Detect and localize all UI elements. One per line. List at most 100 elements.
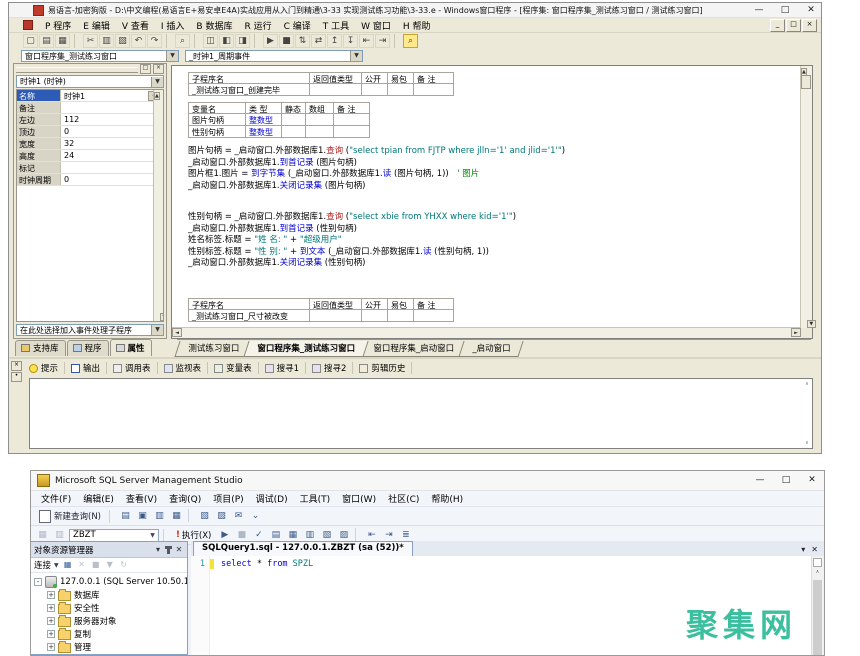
property-grid[interactable]: 名称时钟1…备注左边112顶边0宽度32高度24标记时钟周期0 ▲ ▼: [16, 89, 164, 322]
view-code-icon[interactable]: ◨: [235, 34, 250, 48]
output-tab[interactable]: 搜寻2: [306, 362, 353, 374]
chevron-down-icon[interactable]: ▼: [166, 51, 178, 61]
event-selector-combobox[interactable]: _时钟1_周期事件 ▼: [185, 50, 363, 62]
tree-item[interactable]: +数据库: [31, 588, 187, 601]
maximize-button[interactable]: □: [779, 4, 791, 17]
menu-item[interactable]: T 工具: [317, 19, 355, 32]
chevron-down-icon[interactable]: ▾: [801, 545, 805, 554]
run-icon[interactable]: ▶: [263, 34, 278, 48]
connect-object-icon[interactable]: ▦: [62, 560, 74, 571]
tree-item[interactable]: +复制: [31, 627, 187, 640]
menu-item[interactable]: 工具(T): [294, 492, 337, 505]
property-value[interactable]: 0: [61, 174, 163, 185]
property-value[interactable]: [61, 102, 163, 113]
cut-icon[interactable]: ✂: [83, 34, 98, 48]
panel-tab[interactable]: 属性: [110, 339, 152, 356]
vertical-scrollbar[interactable]: ▲ ▼: [800, 66, 812, 328]
new-query-button[interactable]: 新建查询(N): [35, 510, 105, 523]
more-icon[interactable]: ⌄: [248, 509, 263, 523]
panel-tab[interactable]: 支持库: [15, 340, 66, 356]
pause-icon[interactable]: ⇥: [375, 34, 390, 48]
chevron-down-icon[interactable]: ▼: [54, 562, 59, 569]
filter-icon[interactable]: ▼: [104, 560, 116, 571]
dock-output-button[interactable]: •: [11, 372, 22, 382]
output-panel[interactable]: ∧ ∨: [29, 378, 813, 449]
tree-expander-icon[interactable]: +: [47, 591, 55, 599]
paste-icon[interactable]: ▧: [115, 34, 130, 48]
document-tab[interactable]: _启动窗口: [458, 341, 523, 357]
output-tab[interactable]: 搜寻1: [259, 362, 306, 374]
menu-item[interactable]: C 编译: [278, 19, 317, 32]
tree-expander-icon[interactable]: +: [47, 617, 55, 625]
tree-item[interactable]: +管理: [31, 640, 187, 653]
undo-icon[interactable]: ↶: [131, 34, 146, 48]
scroll-up-icon[interactable]: ∧: [813, 569, 822, 575]
execute-button[interactable]: ! 执行(X): [172, 529, 215, 541]
view-split-icon[interactable]: ◧: [219, 34, 234, 48]
new-project-icon[interactable]: ▣: [135, 509, 150, 523]
stop-icon[interactable]: ■: [279, 34, 294, 48]
view-form-icon[interactable]: ◫: [203, 34, 218, 48]
menu-item[interactable]: 帮助(H): [425, 492, 469, 505]
menu-item[interactable]: I 插入: [155, 19, 191, 32]
tree-item[interactable]: +安全性: [31, 601, 187, 614]
tree-expander-icon[interactable]: +: [47, 604, 55, 612]
document-tab[interactable]: 测试练习窗口: [174, 341, 252, 357]
property-value[interactable]: [61, 162, 163, 173]
scrollbar-thumb[interactable]: [813, 580, 822, 655]
step-out-icon[interactable]: ↥: [327, 34, 342, 48]
copy-icon[interactable]: ▥: [99, 34, 114, 48]
debug-icon[interactable]: ▶: [217, 528, 232, 542]
parse-icon[interactable]: ✓: [251, 528, 266, 542]
splitter-handle[interactable]: [813, 558, 822, 567]
menu-item[interactable]: 文件(F): [35, 492, 77, 505]
tree-expander-icon[interactable]: +: [47, 643, 55, 651]
scroll-up-icon[interactable]: ∧: [803, 380, 811, 388]
menu-item[interactable]: R 运行: [238, 19, 277, 32]
output-tab[interactable]: 输出: [65, 362, 107, 374]
chevron-down-icon[interactable]: ▼: [147, 532, 158, 539]
mdi-minimize-button[interactable]: _: [770, 19, 785, 32]
menu-item[interactable]: 项目(P): [207, 492, 249, 505]
menu-item[interactable]: W 窗口: [355, 19, 397, 32]
tree-item[interactable]: -127.0.0.1 (SQL Server 10.50.1600: [31, 575, 187, 588]
chevron-down-icon[interactable]: ▼: [151, 325, 163, 335]
class-selector-combobox[interactable]: 窗口程序集_测试练习窗口 ▼: [21, 50, 179, 62]
output-tab[interactable]: 提示: [23, 362, 65, 374]
results-text-icon[interactable]: ▤: [268, 528, 283, 542]
add-event-combobox[interactable]: 在此处选择加入事件处理子程序 ▼: [16, 324, 164, 336]
drag-grip[interactable]: [16, 67, 138, 73]
tree-item[interactable]: +服务器对象: [31, 614, 187, 627]
step-into-icon[interactable]: ⇅: [295, 34, 310, 48]
panel-tab[interactable]: 程序: [67, 340, 109, 356]
uncomment-icon[interactable]: ▨: [336, 528, 351, 542]
specify-values-icon[interactable]: ≣: [398, 528, 413, 542]
close-button[interactable]: ✕: [805, 4, 817, 17]
open-file-icon[interactable]: ▤: [118, 509, 133, 523]
chevron-down-icon[interactable]: ▾: [153, 545, 163, 554]
scroll-down-icon[interactable]: ▼: [807, 320, 816, 328]
indent-decrease-icon[interactable]: ⇤: [364, 528, 379, 542]
menu-item[interactable]: 查看(V): [120, 492, 163, 505]
output-tab[interactable]: 剪辑历史: [353, 362, 412, 374]
cancel-query-icon[interactable]: ■: [234, 528, 249, 542]
output-tab[interactable]: 变量表: [208, 362, 259, 374]
menu-item[interactable]: E 编辑: [77, 19, 116, 32]
results-file-icon[interactable]: ▥: [302, 528, 317, 542]
menu-item[interactable]: 编辑(E): [77, 492, 120, 505]
available-db-icon[interactable]: ▦: [35, 528, 50, 542]
query-document-tab[interactable]: SQLQuery1.sql - 127.0.0.1.ZBZT (sa (52))…: [193, 541, 413, 556]
chevron-down-icon[interactable]: ▼: [151, 77, 163, 87]
output-tab[interactable]: 调用表: [107, 362, 158, 374]
tree-expander-icon[interactable]: +: [47, 630, 55, 638]
minimize-button[interactable]: —: [753, 4, 765, 17]
find-in-files-icon[interactable]: ⌕: [403, 34, 418, 48]
property-value[interactable]: 24: [61, 150, 163, 161]
menu-item[interactable]: B 数据库: [190, 19, 238, 32]
menu-item[interactable]: V 查看: [116, 19, 155, 32]
mdi-close-button[interactable]: ×: [802, 19, 817, 32]
splitter[interactable]: [9, 357, 821, 359]
scroll-down-icon[interactable]: ∨: [803, 439, 811, 447]
change-connection-icon[interactable]: ▥: [52, 528, 67, 542]
scroll-up-icon[interactable]: ▲: [154, 92, 160, 100]
